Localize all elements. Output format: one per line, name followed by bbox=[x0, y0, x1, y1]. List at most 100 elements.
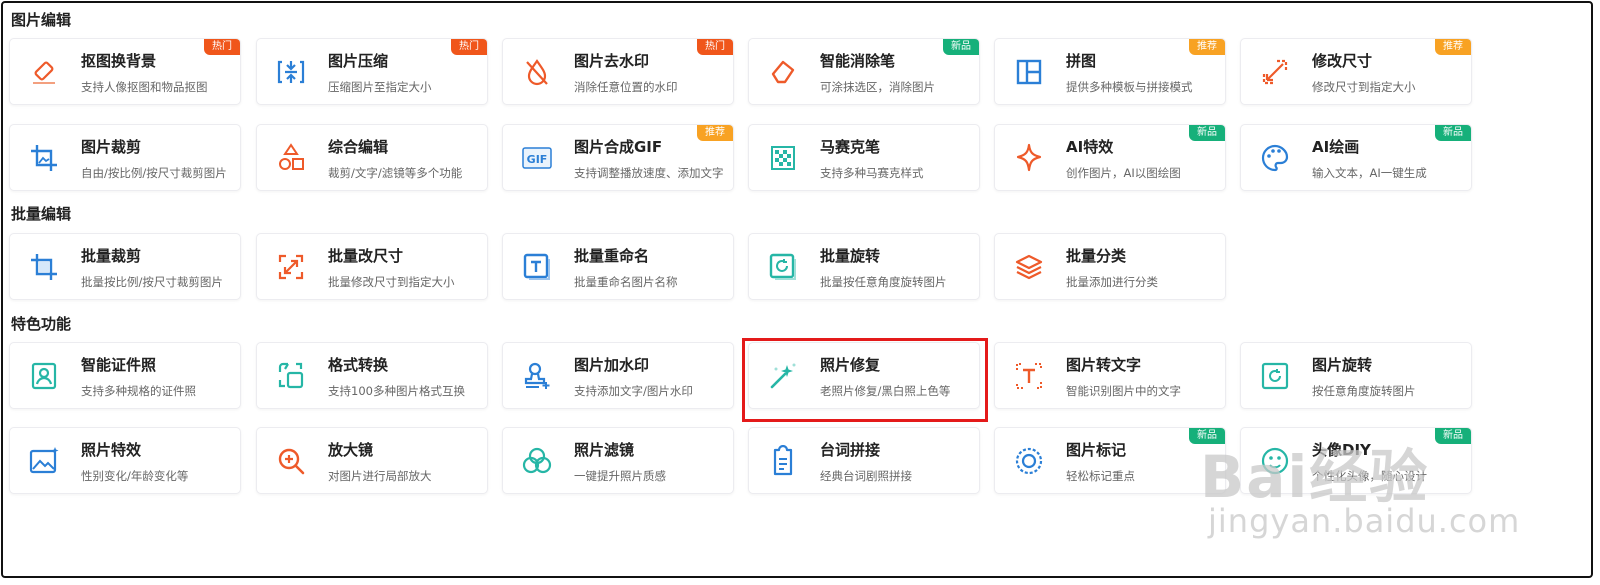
tool-desc: 经典台词剧照拼接 bbox=[820, 469, 912, 483]
tool-card[interactable]: 批量改尺寸批量修改尺寸到指定大小 bbox=[256, 233, 488, 300]
tool-badge: 新品 bbox=[1435, 125, 1471, 141]
section-title: 特色功能 bbox=[11, 315, 72, 333]
tool-title: 照片特效 bbox=[81, 441, 142, 459]
tool-card[interactable]: GIF 图片合成GIF 支持调整播放速度、添加文字 推荐 bbox=[502, 124, 734, 191]
rename-icon bbox=[521, 251, 553, 283]
tool-card[interactable]: 图片去水印消除任意位置的水印 热门 bbox=[502, 38, 734, 105]
avatar-face-icon bbox=[1259, 445, 1291, 477]
tool-card[interactable]: 批量裁剪批量按比例/按尺寸裁剪图片 bbox=[9, 233, 241, 300]
tool-desc: 支持人像抠图和物品抠图 bbox=[81, 80, 208, 94]
tool-desc: 输入文本，AI一键生成 bbox=[1312, 166, 1427, 180]
tool-desc: 一键提升照片质感 bbox=[574, 469, 666, 483]
tool-title: 放大镜 bbox=[328, 441, 374, 459]
tool-desc: 按任意角度旋转图片 bbox=[1312, 384, 1416, 398]
tool-card[interactable]: 格式转换 支持100多种图片格式互换 bbox=[256, 342, 488, 409]
tool-panel: 图片编辑 抠图换背景 支持人像抠图和物品抠图 热门 图片压缩 压缩图片至指定大小 热门 图片去… bbox=[1, 1, 1593, 578]
tool-card[interactable]: 台词拼接 经典台词剧照拼接 bbox=[748, 427, 980, 494]
tool-card[interactable]: 放大镜对图片进行局部放大 bbox=[256, 427, 488, 494]
tool-badge: 热门 bbox=[697, 39, 733, 55]
tool-desc: 修改尺寸到指定大小 bbox=[1312, 80, 1416, 94]
crop-icon bbox=[28, 142, 60, 174]
tool-card[interactable]: 图片转文字 智能识别图片中的文字 bbox=[994, 342, 1226, 409]
tool-desc: 性别变化/年龄变化等 bbox=[81, 469, 189, 483]
tool-title: 马赛克笔 bbox=[820, 138, 881, 156]
document-icon bbox=[767, 445, 799, 477]
palette-icon bbox=[1259, 142, 1291, 174]
rotate-image-icon bbox=[1259, 360, 1291, 392]
tool-title: 批量改尺寸 bbox=[328, 247, 404, 265]
tool-badge: 热门 bbox=[204, 39, 240, 55]
tool-desc: 批量修改尺寸到指定大小 bbox=[328, 275, 455, 289]
tool-title: 图片标记 bbox=[1066, 441, 1127, 459]
tool-card[interactable]: AI特效 创作图片，AI以图绘图 新品 bbox=[994, 124, 1226, 191]
tool-desc: 个性化头像，随心设计 bbox=[1312, 469, 1427, 483]
tool-desc: 支持添加文字/图片水印 bbox=[574, 384, 693, 398]
tool-title: 头像DIY bbox=[1312, 441, 1371, 459]
section-title: 图片编辑 bbox=[11, 11, 72, 29]
batch-resize-icon bbox=[275, 251, 307, 283]
tool-desc: 对图片进行局部放大 bbox=[328, 469, 432, 483]
tool-card[interactable]: 头像DIY 个性化头像，随心设计 新品 bbox=[1240, 427, 1472, 494]
tool-desc: 提供多种模板与拼接模式 bbox=[1066, 80, 1193, 94]
id-photo-icon bbox=[28, 360, 60, 392]
tool-card[interactable]: 图片标记轻松标记重点 新品 bbox=[994, 427, 1226, 494]
tool-card[interactable]: 修改尺寸修改尺寸到指定大小 推荐 bbox=[1240, 38, 1472, 105]
tool-badge: 新品 bbox=[943, 39, 979, 55]
eraser-icon bbox=[28, 56, 60, 88]
tool-desc: 支持多种规格的证件照 bbox=[81, 384, 196, 398]
tool-title: 批量裁剪 bbox=[81, 247, 142, 265]
tool-title: 拼图 bbox=[1066, 52, 1097, 70]
shapes-icon bbox=[275, 142, 307, 174]
tool-desc: 支持多种马赛克样式 bbox=[820, 166, 924, 180]
tool-desc: 创作图片，AI以图绘图 bbox=[1066, 166, 1181, 180]
ocr-icon bbox=[1013, 360, 1045, 392]
tool-desc: 消除任意位置的水印 bbox=[574, 80, 678, 94]
batch-crop-icon bbox=[28, 251, 60, 283]
tool-title: AI特效 bbox=[1066, 138, 1114, 156]
tool-badge: 推荐 bbox=[1435, 39, 1471, 55]
tool-desc: 批量按任意角度旋转图片 bbox=[820, 275, 947, 289]
tool-card[interactable]: 图片加水印 支持添加文字/图片水印 bbox=[502, 342, 734, 409]
tool-desc: 轻松标记重点 bbox=[1066, 469, 1135, 483]
tool-badge: 推荐 bbox=[1189, 39, 1225, 55]
tool-desc: 裁剪/文字/滤镜等多个功能 bbox=[328, 166, 463, 180]
tool-card[interactable]: 批量旋转批量按任意角度旋转图片 bbox=[748, 233, 980, 300]
svg-text:GIF: GIF bbox=[527, 153, 548, 166]
tool-title: 图片压缩 bbox=[328, 52, 389, 70]
tool-card[interactable]: 批量分类 批量添加进行分类 bbox=[994, 233, 1226, 300]
tool-title: 图片旋转 bbox=[1312, 356, 1373, 374]
resize-icon bbox=[1259, 56, 1291, 88]
tool-card[interactable]: 抠图换背景支持人像抠图和物品抠图 热门 bbox=[9, 38, 241, 105]
tool-title: 图片去水印 bbox=[574, 52, 650, 70]
tool-card[interactable]: 照片特效性别变化/年龄变化等 bbox=[9, 427, 241, 494]
tool-card[interactable]: 智能证件照支持多种规格的证件照 bbox=[9, 342, 241, 409]
gif-icon: GIF bbox=[521, 142, 553, 174]
collage-icon bbox=[1013, 56, 1045, 88]
tool-card[interactable]: 图片旋转按任意角度旋转图片 bbox=[1240, 342, 1472, 409]
tool-title: 修改尺寸 bbox=[1312, 52, 1373, 70]
tool-card[interactable]: 智能消除笔 可涂抹选区，消除图片 新品 bbox=[748, 38, 980, 105]
tool-card[interactable]: 照片滤镜一键提升照片质感 bbox=[502, 427, 734, 494]
tool-badge: 新品 bbox=[1189, 428, 1225, 444]
filter-icon bbox=[521, 445, 553, 477]
tool-card[interactable]: 马赛克笔支持多种马赛克样式 bbox=[748, 124, 980, 191]
tool-title: AI绘画 bbox=[1312, 138, 1360, 156]
tool-card[interactable]: 拼图提供多种模板与拼接模式 推荐 bbox=[994, 38, 1226, 105]
tool-desc: 批量重命名图片名称 bbox=[574, 275, 678, 289]
mark-icon bbox=[1013, 445, 1045, 477]
section-title: 批量编辑 bbox=[11, 205, 72, 223]
layers-icon bbox=[1013, 251, 1045, 283]
tool-title: 抠图换背景 bbox=[81, 52, 157, 70]
tool-desc: 批量按比例/按尺寸裁剪图片 bbox=[81, 275, 223, 289]
convert-icon bbox=[275, 360, 307, 392]
tool-card[interactable]: 图片压缩 压缩图片至指定大小 热门 bbox=[256, 38, 488, 105]
tool-card[interactable]: 图片裁剪 自由/按比例/按尺寸裁剪图片 bbox=[9, 124, 241, 191]
tool-card[interactable]: 综合编辑 裁剪/文字/滤镜等多个功能 bbox=[256, 124, 488, 191]
tool-title: 照片滤镜 bbox=[574, 441, 635, 459]
tool-card[interactable]: 批量重命名 批量重命名图片名称 bbox=[502, 233, 734, 300]
tool-title: 批量旋转 bbox=[820, 247, 881, 265]
photo-effect-icon bbox=[28, 445, 60, 477]
tool-card[interactable]: AI绘画输入文本，AI一键生成 新品 bbox=[1240, 124, 1472, 191]
tool-title: 智能证件照 bbox=[81, 356, 157, 374]
tool-title: 图片转文字 bbox=[1066, 356, 1142, 374]
